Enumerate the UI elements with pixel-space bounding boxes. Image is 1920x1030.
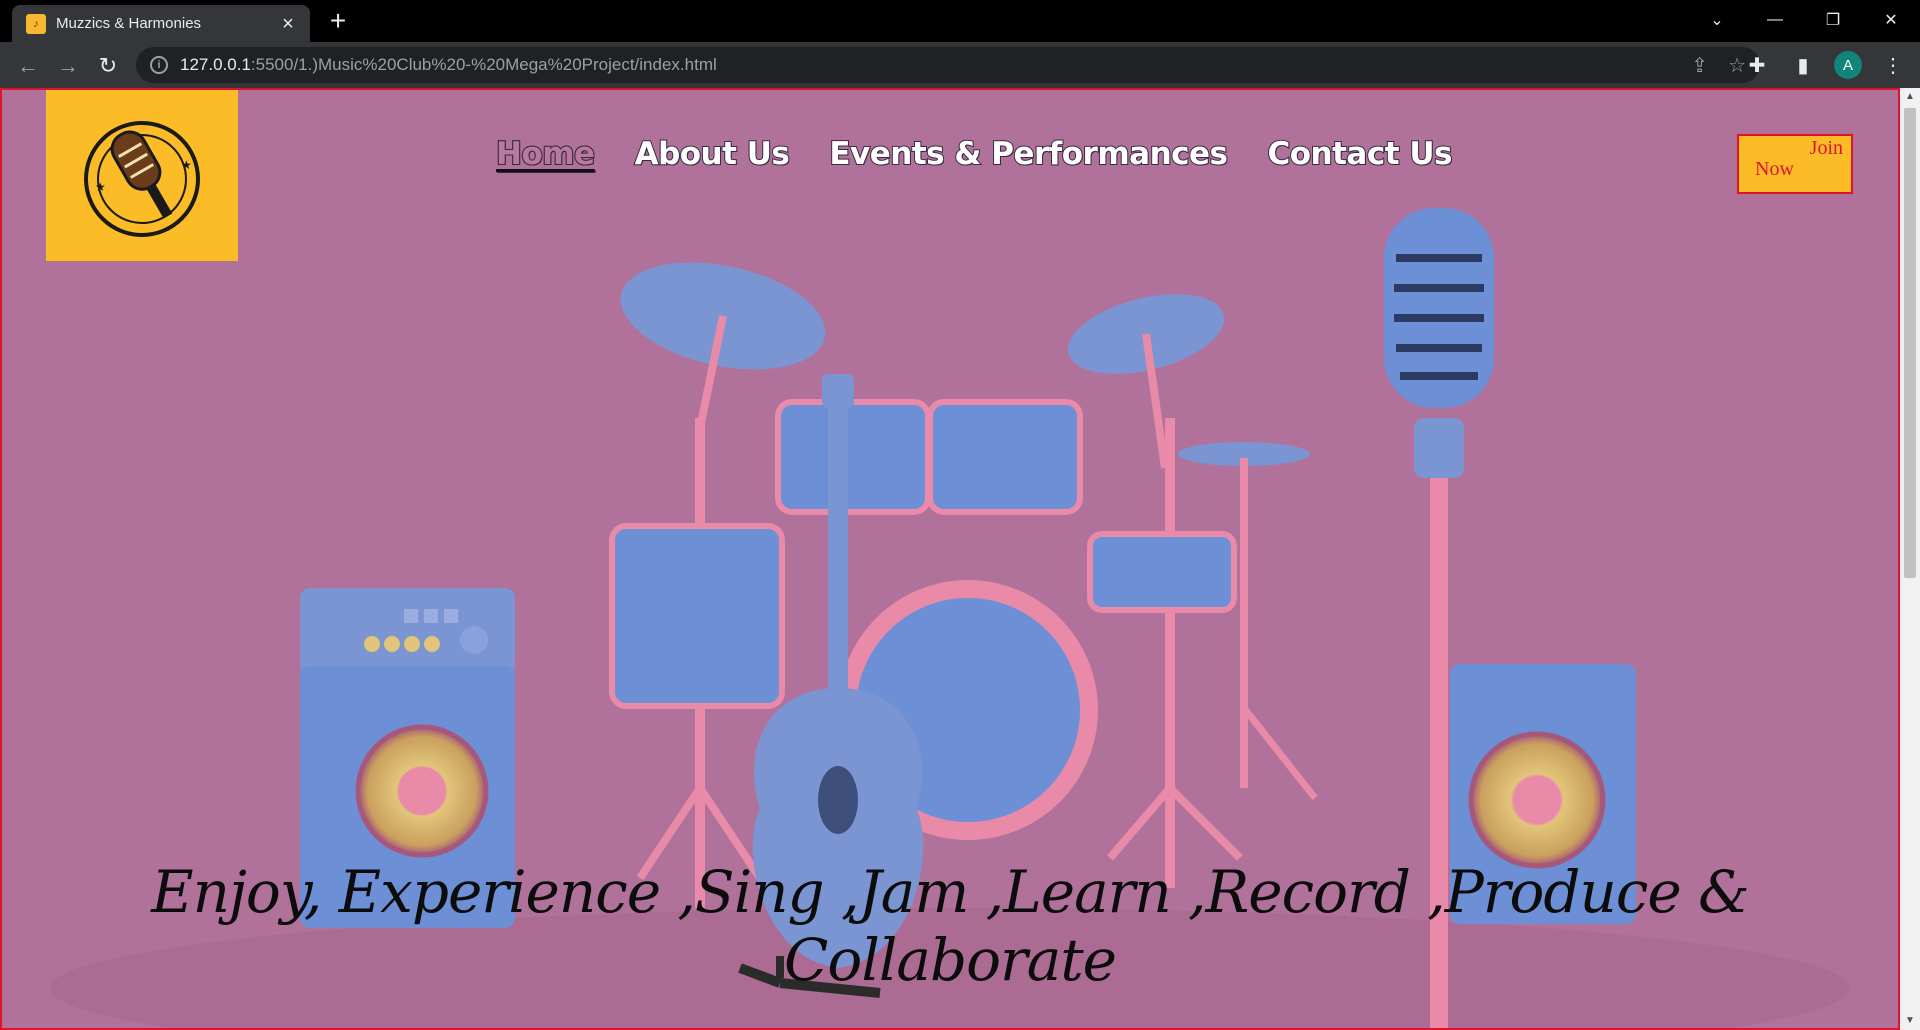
page-scrollbar[interactable]: ▲ ▼: [1900, 88, 1920, 1030]
scroll-down-icon[interactable]: ▼: [1900, 1012, 1920, 1030]
browser-toolbar: ← → ↻ i 127.0.0.1 :5500/1.)Music%20Club%…: [0, 42, 1920, 88]
url-host: 127.0.0.1: [180, 55, 251, 74]
tab-close-icon[interactable]: ×: [276, 14, 300, 34]
tab-title: Muzzics & Harmonies: [56, 15, 202, 32]
extensions-puzzle-icon[interactable]: ✚: [1742, 50, 1772, 80]
side-panel-icon[interactable]: ▮: [1788, 50, 1818, 80]
close-window-icon[interactable]: ✕: [1862, 0, 1920, 40]
new-tab-button[interactable]: +: [322, 6, 354, 38]
address-bar[interactable]: i 127.0.0.1 :5500/1.)Music%20Club%20-%20…: [136, 47, 1760, 83]
window-controls: ⌄ — ❐ ✕: [1688, 0, 1920, 40]
kebab-menu-icon[interactable]: ⋮: [1878, 50, 1908, 80]
scrollbar-thumb[interactable]: [1904, 108, 1916, 578]
url-path: :5500/1.)Music%20Club%20-%20Mega%20Proje…: [250, 55, 717, 74]
browser-tab[interactable]: ♪ Muzzics & Harmonies ×: [12, 5, 310, 42]
omnibox-actions: ⇪ ☆: [1691, 53, 1746, 78]
toolbar-right: ✚ ▮ A ⋮: [1742, 50, 1908, 80]
tab-strip: ♪ Muzzics & Harmonies × + ⌄ — ❐ ✕: [0, 0, 1920, 42]
forward-icon[interactable]: →: [52, 50, 84, 82]
restore-icon[interactable]: ❐: [1804, 0, 1862, 40]
site-favicon-icon: ♪: [26, 13, 46, 34]
site-info-icon[interactable]: i: [150, 56, 168, 74]
page-viewport: ★ ★ Home About Us Events & Performances …: [0, 88, 1920, 1030]
scroll-up-icon[interactable]: ▲: [1900, 88, 1920, 106]
share-icon[interactable]: ⇪: [1691, 53, 1708, 78]
profile-avatar[interactable]: A: [1834, 51, 1862, 79]
reload-icon[interactable]: ↻: [92, 50, 124, 82]
page-border: [0, 88, 1900, 1030]
minimize-icon[interactable]: —: [1746, 0, 1804, 40]
tab-search-icon[interactable]: ⌄: [1688, 0, 1746, 40]
back-icon[interactable]: ←: [12, 50, 44, 82]
